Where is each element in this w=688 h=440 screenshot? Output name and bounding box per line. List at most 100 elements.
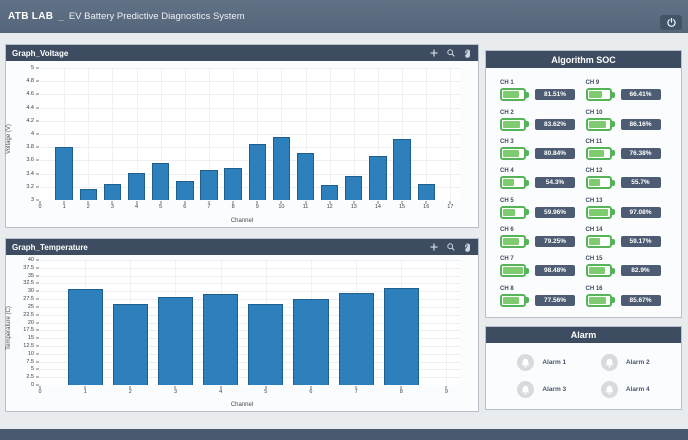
x-tick-label: 2	[129, 389, 132, 395]
alarm-button[interactable]: Alarm 3	[500, 381, 584, 398]
y-tick-label: 3.4	[26, 171, 34, 177]
soc-channel-label: CH 4	[500, 168, 586, 174]
chart-bar	[200, 170, 217, 200]
temperature-y-axis-label: Temperature (C)	[6, 306, 12, 350]
soc-channel-item: CH 559.96%	[500, 194, 586, 223]
soc-channel-item: CH 181.51%	[500, 76, 586, 105]
y-tick-label: 40	[28, 257, 34, 263]
alarm-button[interactable]: Alarm 1	[500, 354, 584, 371]
chart-bar	[393, 139, 410, 200]
y-tick-mark	[36, 68, 39, 69]
soc-panel: Algorithm SOC CH 181.51%CH 283.62%CH 380…	[485, 50, 682, 318]
y-tick-label: 4.2	[26, 118, 34, 124]
soc-channel-label: CH 8	[500, 286, 586, 292]
chart-bar	[418, 184, 435, 200]
x-tick-label: 4	[135, 204, 138, 210]
y-gridline	[40, 121, 460, 122]
y-gridline	[40, 108, 460, 109]
soc-panel-title: Algorithm SOC	[551, 55, 616, 65]
y-tick-mark	[36, 353, 39, 354]
y-tick-mark	[36, 299, 39, 300]
alarm-button[interactable]: Alarm 2	[584, 354, 668, 371]
soc-value-badge: 86.16%	[621, 119, 661, 130]
temperature-plot[interactable]: 012345678902.557.51012.51517.52022.52527…	[40, 260, 460, 385]
x-tick-label: 7	[355, 389, 358, 395]
y-tick-mark	[36, 291, 39, 292]
soc-channel-label: CH 6	[500, 227, 586, 233]
chart-bar	[158, 297, 193, 385]
y-tick-mark	[36, 160, 39, 161]
battery-icon	[586, 147, 612, 160]
plus-icon[interactable]	[430, 49, 438, 57]
y-gridline	[40, 134, 460, 135]
battery-icon	[500, 294, 526, 307]
y-tick-mark	[36, 107, 39, 108]
voltage-toolbar	[430, 49, 472, 58]
magnifier-icon[interactable]	[447, 49, 455, 57]
x-tick-label: 7	[207, 204, 210, 210]
chart-bar	[113, 304, 148, 385]
chart-bar	[80, 189, 97, 200]
y-tick-label: 22.5	[23, 312, 34, 318]
y-tick-label: 5	[31, 65, 34, 71]
y-tick-label: 37.5	[23, 265, 34, 271]
chart-bar	[293, 299, 328, 385]
soc-value-badge: 54.3%	[535, 177, 575, 188]
soc-channel-item: CH 1685.67%	[586, 282, 672, 311]
y-tick-mark	[36, 369, 39, 370]
voltage-panel-title: Graph_Voltage	[12, 49, 68, 58]
voltage-panel: Graph_Voltage Voltage (V) 01234567891011…	[5, 44, 479, 228]
y-tick-label: 32.5	[23, 280, 34, 286]
soc-channel-label: CH 7	[500, 256, 586, 262]
y-tick-mark	[36, 338, 39, 339]
y-gridline	[40, 81, 460, 82]
y-tick-mark	[36, 330, 39, 331]
plus-icon[interactable]	[430, 243, 438, 251]
y-tick-label: 27.5	[23, 296, 34, 302]
soc-value-badge: 79.25%	[535, 236, 575, 247]
y-tick-mark	[36, 200, 39, 201]
temperature-panel: Graph_Temperature Temperature (C) 012345…	[5, 238, 479, 412]
y-tick-mark	[36, 361, 39, 362]
y-tick-label: 3.6	[26, 157, 34, 163]
temperature-panel-header: Graph_Temperature	[6, 239, 478, 255]
power-button[interactable]	[660, 15, 682, 30]
y-tick-label: 5	[31, 366, 34, 372]
y-tick-label: 15	[28, 335, 34, 341]
x-tick-label: 6	[309, 389, 312, 395]
y-tick-label: 10	[28, 351, 34, 357]
x-tick-label: 14	[375, 204, 381, 210]
alarm-button[interactable]: Alarm 4	[584, 381, 668, 398]
voltage-chart-area: Voltage (V) 0123456789101112131415161733…	[6, 61, 478, 227]
y-gridline	[40, 268, 460, 269]
voltage-x-axis-label: Channel	[6, 218, 478, 224]
soc-channel-item: CH 1086.16%	[586, 105, 672, 134]
chart-bar	[176, 181, 193, 200]
soc-value-badge: 98.48%	[535, 265, 575, 276]
hand-icon[interactable]	[464, 49, 472, 58]
x-tick-label: 0	[38, 204, 41, 210]
y-tick-mark	[36, 322, 39, 323]
chart-bar	[55, 147, 72, 200]
soc-channel-item: CH 1397.08%	[586, 194, 672, 223]
alarm-panel: Alarm Alarm 1Alarm 2Alarm 3Alarm 4	[485, 326, 682, 410]
chart-bar	[152, 163, 169, 200]
y-tick-label: 4.4	[26, 105, 34, 111]
battery-icon	[586, 176, 612, 189]
soc-channel-label: CH 9	[586, 80, 672, 86]
soc-channel-item: CH 877.56%	[500, 282, 586, 311]
x-tick-label: 1	[63, 204, 66, 210]
hand-icon[interactable]	[464, 243, 472, 252]
app-titlebar: ATB LAB _ EV Battery Predictive Diagnost…	[0, 0, 688, 33]
y-tick-label: 4	[31, 131, 34, 137]
temperature-x-axis-label: Channel	[6, 402, 478, 408]
x-tick-label: 5	[264, 389, 267, 395]
y-tick-mark	[36, 134, 39, 135]
soc-value-badge: 76.38%	[621, 148, 661, 159]
soc-channel-label: CH 1	[500, 80, 586, 86]
app-title: EV Battery Predictive Diagnostics System	[69, 11, 245, 22]
voltage-plot[interactable]: 0123456789101112131415161733.23.43.63.84…	[40, 68, 460, 200]
magnifier-icon[interactable]	[447, 243, 455, 251]
temperature-chart-area: Temperature (C) 012345678902.557.51012.5…	[6, 255, 478, 411]
title-separator: _	[58, 11, 64, 22]
